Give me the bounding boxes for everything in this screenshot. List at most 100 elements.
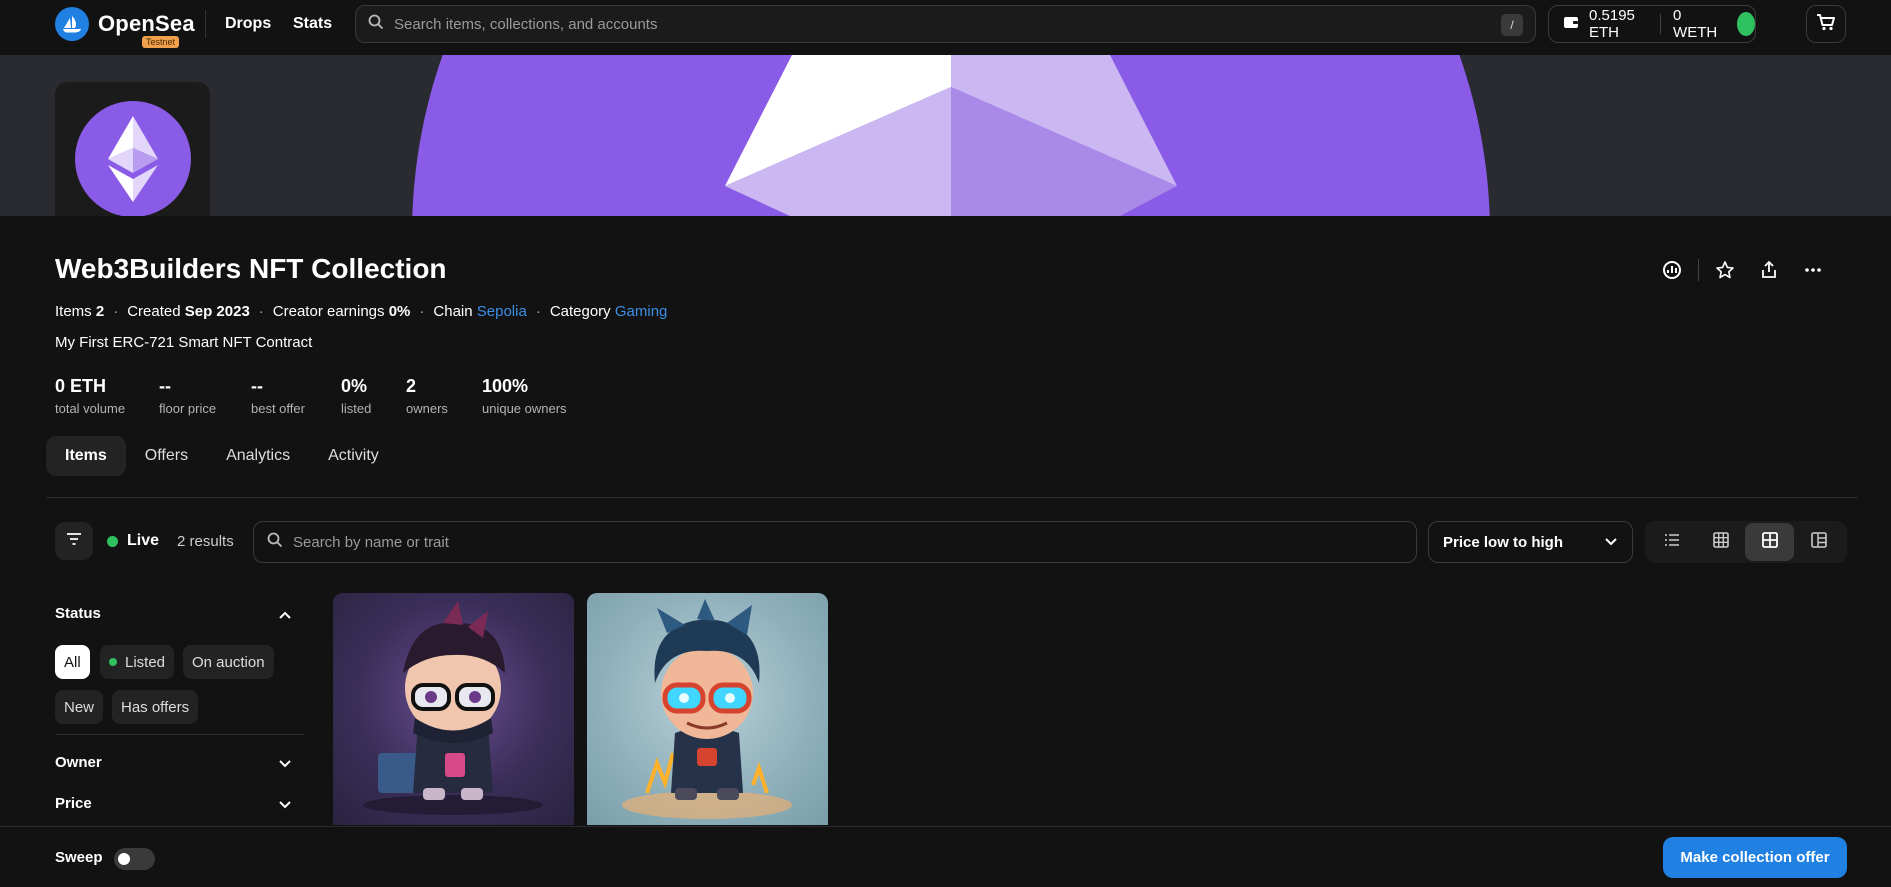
stat-label: owners (406, 401, 448, 416)
account-avatar[interactable] (1737, 12, 1755, 36)
nft-card[interactable] (333, 593, 574, 825)
meta-chain-link[interactable]: Sepolia (477, 303, 527, 320)
actions-divider (1698, 259, 1699, 281)
grid-small-view-button[interactable] (1696, 523, 1745, 561)
global-search-input[interactable]: Search items, collections, and accounts … (355, 5, 1536, 43)
brand-name: OpenSea (98, 11, 195, 36)
grid-large-view-button[interactable] (1745, 523, 1794, 561)
collection-tabs: Items Offers Analytics Activity (46, 436, 398, 476)
grid-mixed-icon (1810, 531, 1827, 553)
wallet-balance-button[interactable]: 0.5195 ETH 0 WETH (1548, 5, 1756, 43)
live-indicator: Live (107, 532, 159, 550)
meta-separator: · (535, 303, 541, 320)
stat-best-offer: -- best offer (251, 376, 305, 416)
nav-link-stats[interactable]: Stats (293, 15, 332, 33)
status-chip-listed-label: Listed (125, 653, 166, 671)
search-placeholder: Search items, collections, and accounts (394, 15, 658, 33)
sort-dropdown[interactable]: Price low to high (1428, 521, 1633, 563)
ethereum-icon (108, 116, 158, 202)
collection-title: Web3Builders NFT Collection (55, 253, 447, 284)
chevron-down-icon[interactable] (278, 797, 292, 815)
meta-created-label: Created (127, 303, 181, 320)
price-filter-title[interactable]: Price (55, 795, 92, 812)
view-mode-switcher (1645, 521, 1847, 563)
status-filter-title[interactable]: Status (55, 605, 101, 622)
stat-total-volume: 0 ETH total volume (55, 376, 125, 416)
collection-banner (0, 55, 1891, 216)
filter-icon (66, 532, 82, 551)
meta-items-label: Items (55, 303, 92, 320)
chevron-up-icon[interactable] (278, 607, 292, 625)
chevron-down-icon (1604, 534, 1618, 551)
bottom-action-bar: Sweep Make collection offer (0, 826, 1891, 887)
listed-dot (109, 658, 117, 666)
list-view-button[interactable] (1647, 523, 1696, 561)
list-view-icon (1664, 533, 1680, 552)
stat-label: unique owners (482, 401, 567, 416)
opensea-logo-icon (55, 7, 89, 41)
status-chip-has-offers[interactable]: Has offers (112, 690, 199, 724)
wallet-weth-balance: 0 WETH (1673, 7, 1718, 41)
status-chip-all[interactable]: All (55, 645, 90, 679)
collection-description: My First ERC-721 Smart NFT Contract (55, 334, 313, 351)
stat-value: -- (159, 376, 171, 396)
live-label: Live (127, 532, 160, 549)
trait-search-input[interactable]: Search by name or trait (253, 521, 1417, 563)
tab-items[interactable]: Items (46, 436, 126, 476)
cart-button[interactable] (1806, 5, 1846, 43)
grid-mixed-view-button[interactable] (1794, 523, 1843, 561)
status-chip-listed[interactable]: Listed (100, 645, 175, 679)
meta-earnings-value: 0% (388, 303, 411, 320)
collection-meta: Items 2 · Created Sep 2023 · Creator ear… (55, 303, 667, 320)
stat-unique-owners: 100% unique owners (482, 376, 567, 416)
filter-toggle-button[interactable] (55, 522, 93, 560)
make-collection-offer-button[interactable]: Make collection offer (1663, 837, 1847, 878)
search-shortcut-key: / (1501, 14, 1523, 36)
tab-offers[interactable]: Offers (126, 436, 207, 476)
top-navigation: OpenSea Testnet Drops Stats Search items… (0, 0, 1891, 55)
collection-avatar (55, 82, 210, 216)
meta-separator: · (258, 303, 264, 320)
star-icon[interactable] (1713, 258, 1737, 282)
analytics-icon[interactable] (1660, 258, 1684, 282)
status-chip-on-auction[interactable]: On auction (183, 645, 274, 679)
results-count: 2 results (177, 533, 234, 550)
search-icon (267, 532, 283, 553)
stat-floor-price: -- floor price (159, 376, 216, 416)
stat-value: 0% (341, 376, 368, 396)
chevron-down-icon[interactable] (278, 756, 292, 774)
meta-earnings-label: Creator earnings (272, 303, 385, 320)
sweep-label: Sweep (55, 849, 103, 866)
tab-analytics[interactable]: Analytics (207, 436, 309, 476)
cart-icon (1816, 13, 1836, 36)
share-icon[interactable] (1757, 258, 1781, 282)
live-dot (107, 535, 118, 547)
stat-owners: 2 owners (406, 376, 448, 416)
stat-label: total volume (55, 401, 126, 416)
meta-created-value: Sep 2023 (184, 303, 250, 320)
owner-filter-title[interactable]: Owner (55, 754, 102, 771)
stat-value: 100% (482, 376, 529, 396)
tabs-divider (46, 497, 1858, 498)
tab-activity[interactable]: Activity (309, 436, 398, 476)
nav-link-drops[interactable]: Drops (225, 15, 271, 33)
collection-actions (1660, 258, 1825, 282)
nft-image (363, 601, 543, 815)
sweep-toggle[interactable] (114, 848, 155, 870)
meta-separator: · (419, 303, 425, 320)
stat-value: 2 (406, 376, 417, 396)
stat-value: -- (251, 376, 263, 396)
stat-listed: 0% listed (341, 376, 371, 416)
more-icon[interactable] (1801, 258, 1825, 282)
nft-card[interactable] (587, 593, 828, 825)
sidebar-divider (55, 734, 304, 735)
toggle-knob (118, 853, 130, 865)
wallet-divider (1660, 14, 1662, 34)
status-chip-new[interactable]: New (55, 690, 104, 724)
meta-separator: · (113, 303, 119, 320)
ethereum-icon (725, 55, 1177, 216)
wallet-icon (1563, 15, 1579, 33)
stat-label: listed (341, 401, 372, 416)
stat-label: best offer (251, 401, 305, 416)
meta-category-link[interactable]: Gaming (615, 303, 668, 320)
